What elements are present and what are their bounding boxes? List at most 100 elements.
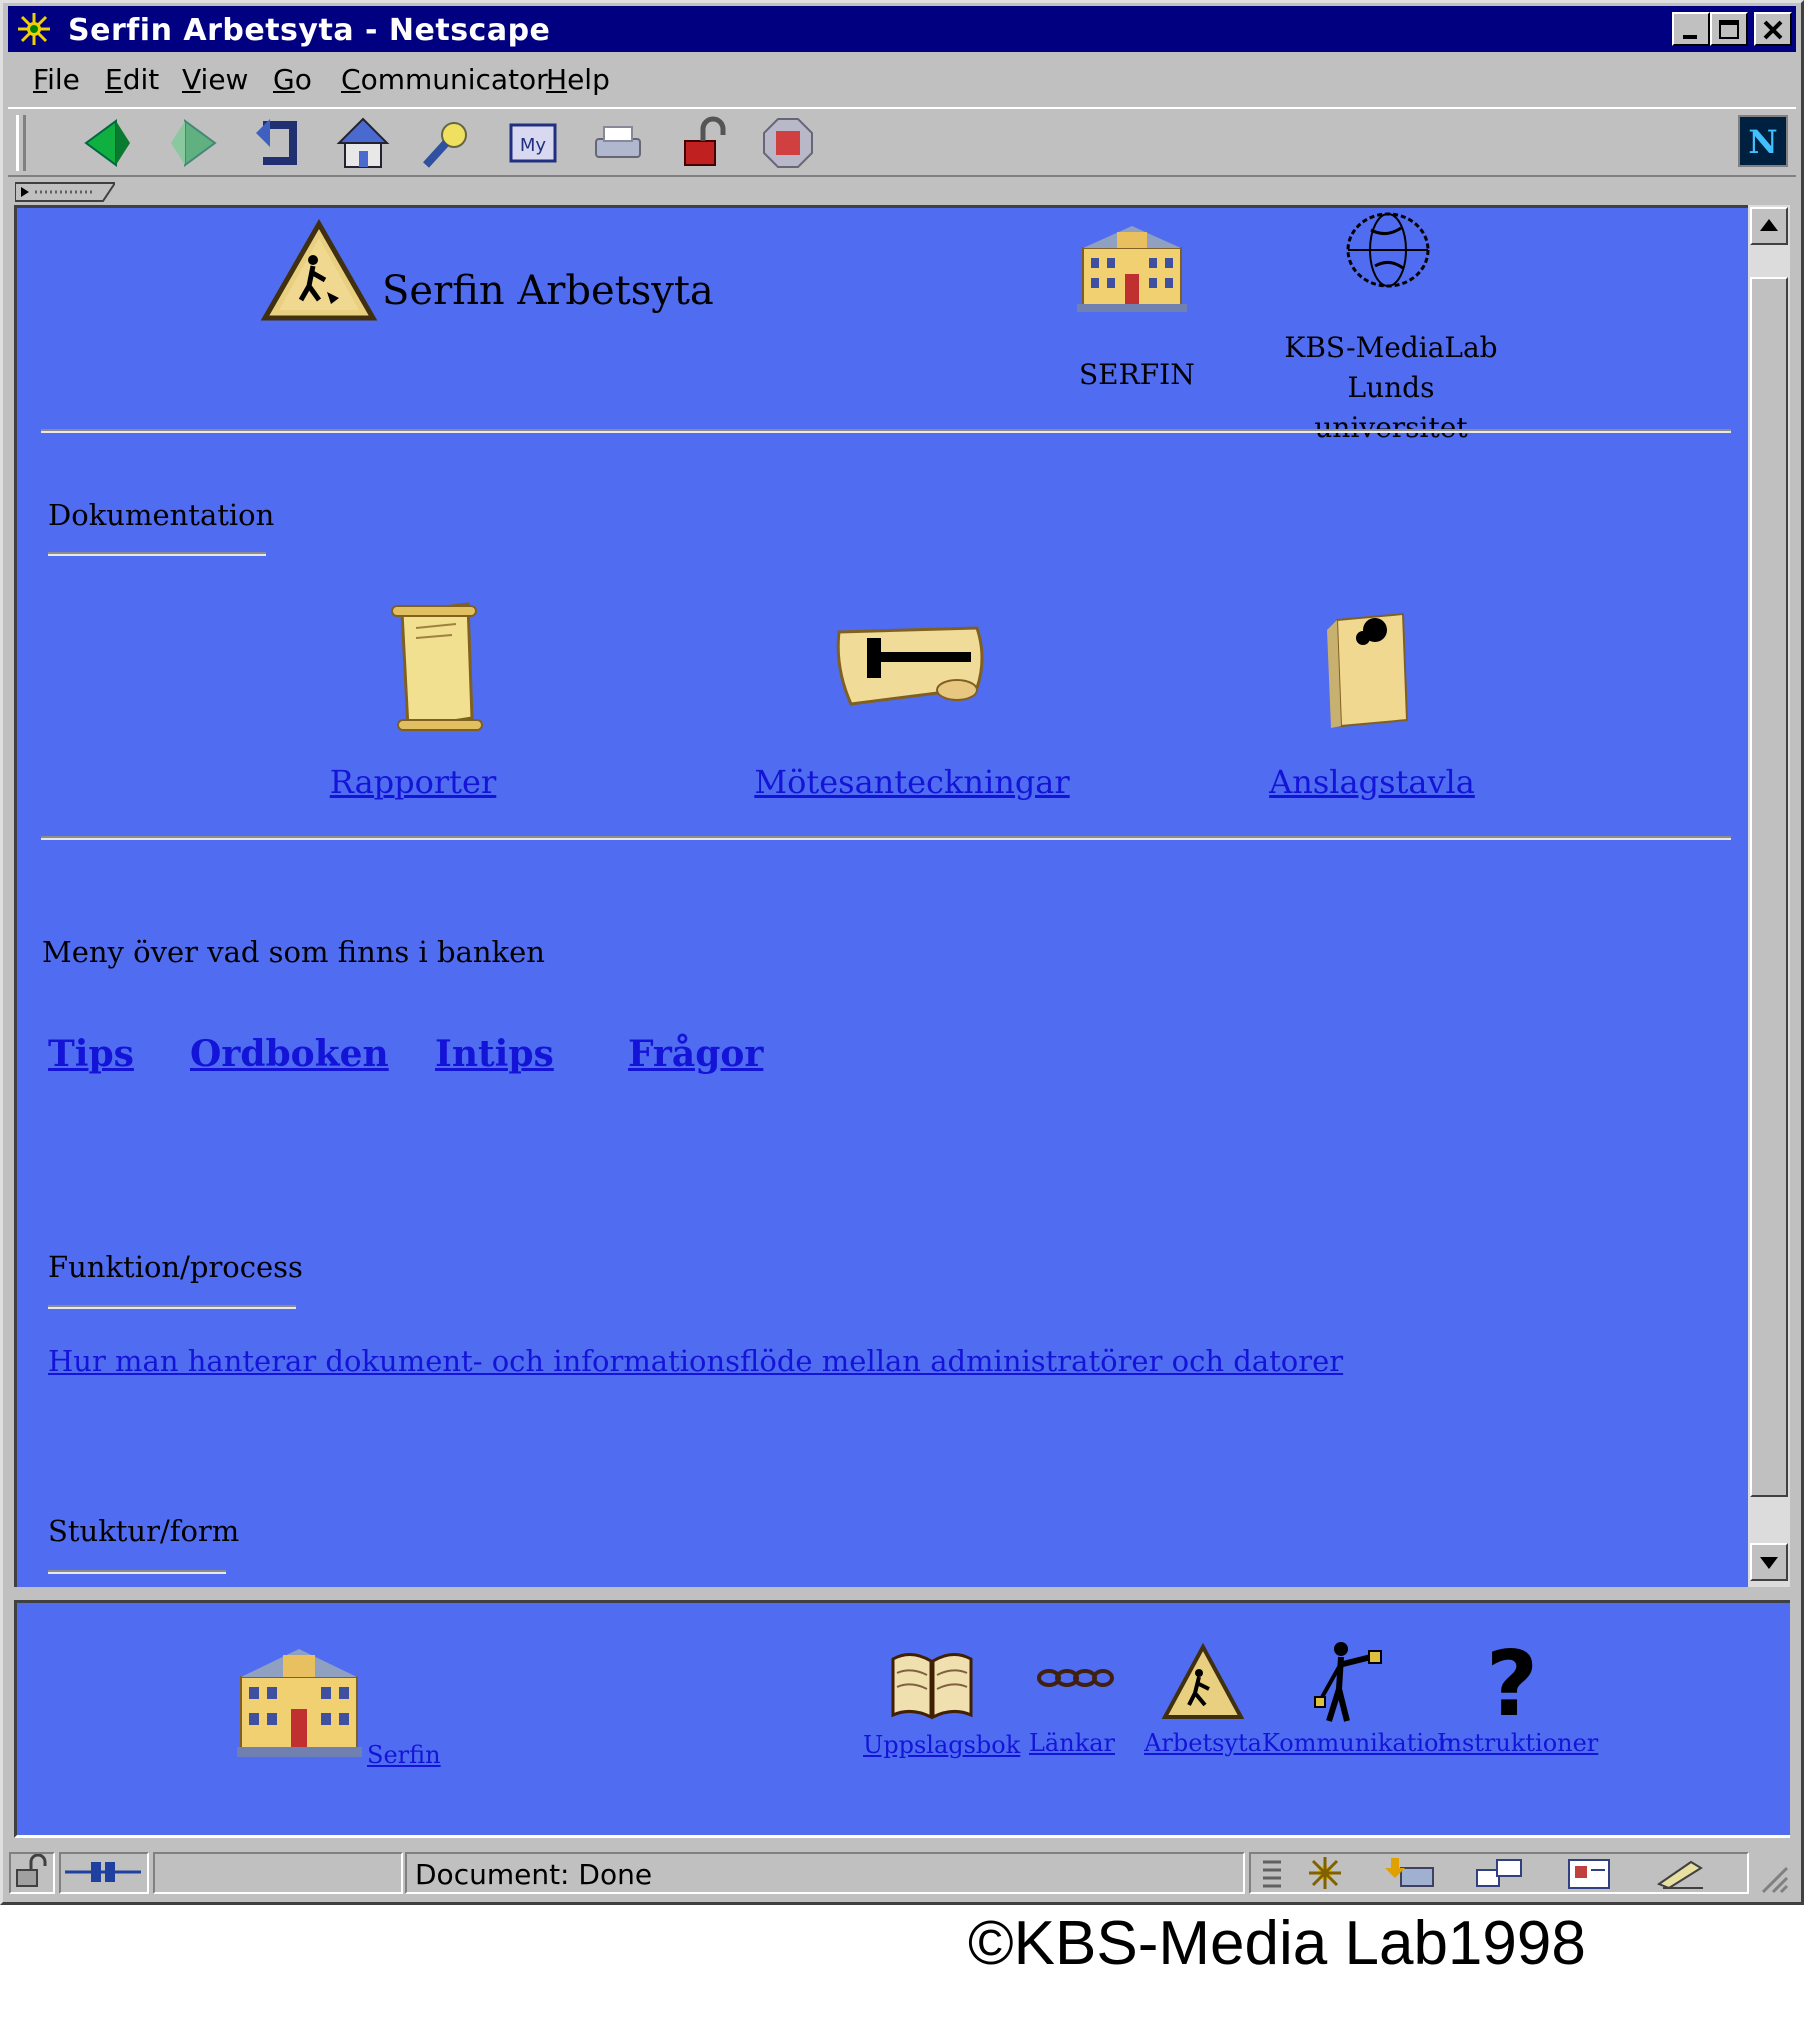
arbetsyta-link[interactable]: Arbetsyta	[1143, 1729, 1263, 1757]
navigator-icon[interactable]	[1301, 1854, 1351, 1892]
navigation-toolbar: My N	[8, 107, 1796, 177]
scroll-up-button[interactable]	[1750, 207, 1788, 245]
construction-sign-icon	[260, 218, 378, 321]
kommunikation-link[interactable]: Kommunikation	[1262, 1729, 1454, 1757]
kbs-globe-icon[interactable]	[1341, 208, 1436, 293]
window-title: Serfin Arbetsyta - Netscape	[68, 13, 551, 48]
motesanteckningar-link[interactable]: Mötesanteckningar	[737, 763, 1087, 801]
back-icon	[84, 119, 130, 167]
home-icon	[336, 117, 390, 168]
funktion-link[interactable]: Hur man hanterar dokument- och informati…	[48, 1344, 1343, 1378]
location-toolbar-tab[interactable]	[15, 181, 115, 203]
search-icon	[423, 122, 467, 168]
stop-icon	[763, 118, 813, 168]
serfin-building-icon[interactable]	[1077, 218, 1187, 313]
security-lock-button[interactable]	[9, 1852, 55, 1894]
back-button[interactable]	[78, 113, 138, 173]
serfin-home-link[interactable]: Serfin	[367, 1741, 441, 1769]
anslagstavla-link[interactable]: Anslagstavla	[1247, 763, 1497, 801]
home-button[interactable]	[333, 113, 393, 173]
component-bar-grip-icon[interactable]	[1257, 1856, 1287, 1890]
close-icon	[1763, 20, 1783, 40]
open-book-icon[interactable]	[887, 1643, 977, 1723]
maximize-button[interactable]	[1710, 12, 1748, 46]
svg-text:?: ?	[1486, 1639, 1538, 1725]
menu-edit[interactable]: Edit	[105, 63, 159, 96]
menu-go[interactable]: Go	[273, 63, 312, 96]
title-bar[interactable]: Serfin Arbetsyta - Netscape	[8, 6, 1796, 52]
status-text: Document: Done	[405, 1852, 1245, 1894]
rapporter-link[interactable]: Rapporter	[313, 763, 513, 801]
menu-communicator[interactable]: Communicator	[341, 63, 548, 96]
netscape-logo-icon[interactable]: N	[1738, 115, 1788, 167]
forward-button[interactable]	[163, 113, 223, 173]
kbs-university: Lunds universitet	[1314, 371, 1468, 444]
construction-sign-icon[interactable]	[1161, 1643, 1245, 1723]
unlocked-padlock-icon	[16, 1853, 47, 1887]
dokumentation-underline	[48, 552, 266, 556]
struktur-underline	[48, 1570, 226, 1574]
funktion-heading: Funktion/process	[48, 1250, 303, 1284]
meny-link-intips[interactable]: Intips	[435, 1033, 554, 1075]
serfin-home-building-icon[interactable]	[237, 1639, 362, 1759]
person-speaking-icon[interactable]	[1307, 1639, 1393, 1725]
component-bar	[1249, 1852, 1749, 1894]
meny-link-tips[interactable]: Tips	[48, 1033, 134, 1075]
meny-link-fragor[interactable]: Frågor	[628, 1033, 763, 1075]
security-button[interactable]	[673, 113, 733, 173]
toolbar-grip[interactable]	[16, 115, 26, 171]
status-bar: Document: Done	[5, 1848, 1793, 1898]
arrow-up-icon	[1760, 219, 1778, 231]
serfin-label: SERFIN	[1079, 358, 1195, 391]
resize-grip-icon[interactable]	[1755, 1860, 1789, 1894]
meny-description: Meny över vad som finns i banken	[42, 935, 545, 969]
funktion-underline	[48, 1305, 296, 1309]
menu-view[interactable]: View	[182, 63, 248, 96]
menu-bar: File Edit View Go Communicator Help	[8, 56, 1796, 104]
plug-connection-icon	[65, 1862, 141, 1882]
maximize-icon	[1719, 20, 1739, 39]
meny-link-ordboken[interactable]: Ordboken	[190, 1033, 389, 1075]
main-content-frame: Serfin Arbetsyta SERFIN KBS-MediaLab Lun…	[14, 205, 1748, 1587]
gavel-parchment-icon[interactable]	[827, 618, 992, 718]
netscape-app-icon	[18, 13, 50, 45]
stop-button[interactable]	[758, 113, 818, 173]
uppslagsbok-link[interactable]: Uppslagsbok	[863, 1731, 1020, 1759]
svg-text:N: N	[1748, 123, 1777, 161]
chain-links-icon[interactable]	[1035, 1663, 1115, 1693]
my-netscape-button[interactable]: My	[503, 113, 563, 173]
instruktioner-link[interactable]: Instruktioner	[1437, 1729, 1598, 1757]
menu-file[interactable]: File	[33, 63, 80, 96]
pinned-note-icon[interactable]	[1317, 600, 1417, 735]
scroll-document-icon[interactable]	[372, 598, 492, 738]
search-button[interactable]	[418, 113, 478, 173]
scroll-down-button[interactable]	[1750, 1543, 1788, 1581]
struktur-heading: Stuktur/form	[48, 1514, 240, 1548]
minimize-button[interactable]	[1672, 12, 1710, 46]
print-button[interactable]	[588, 113, 648, 173]
vertical-scrollbar[interactable]	[1748, 205, 1790, 1587]
site-title: Serfin Arbetsyta	[382, 268, 714, 314]
minimize-icon	[1683, 35, 1697, 39]
mailbox-icon[interactable]	[1381, 1854, 1441, 1892]
lankar-link[interactable]: Länkar	[1017, 1729, 1127, 1757]
question-mark-icon[interactable]: ?	[1477, 1639, 1547, 1725]
composer-icon[interactable]	[1651, 1854, 1711, 1892]
connection-status[interactable]	[59, 1852, 149, 1894]
svg-text:My: My	[520, 135, 547, 156]
print-icon	[595, 126, 641, 158]
address-book-icon[interactable]	[1561, 1854, 1621, 1892]
kbs-name: KBS-MediaLab	[1284, 331, 1498, 364]
my-netscape-icon: My	[509, 123, 557, 163]
arrow-down-icon	[1760, 1557, 1778, 1569]
bottom-navigation-frame: Serfin Uppslagsbok Länkar Arbetsyta Komm…	[14, 1600, 1790, 1838]
close-button[interactable]	[1754, 12, 1792, 46]
progress-meter	[153, 1852, 403, 1894]
reload-button[interactable]	[248, 113, 308, 173]
section-divider	[41, 836, 1731, 840]
header-divider	[41, 429, 1731, 433]
security-icon	[684, 116, 726, 166]
menu-help[interactable]: Help	[546, 63, 610, 96]
scroll-thumb[interactable]	[1750, 277, 1788, 1497]
discussion-groups-icon[interactable]	[1471, 1854, 1531, 1892]
